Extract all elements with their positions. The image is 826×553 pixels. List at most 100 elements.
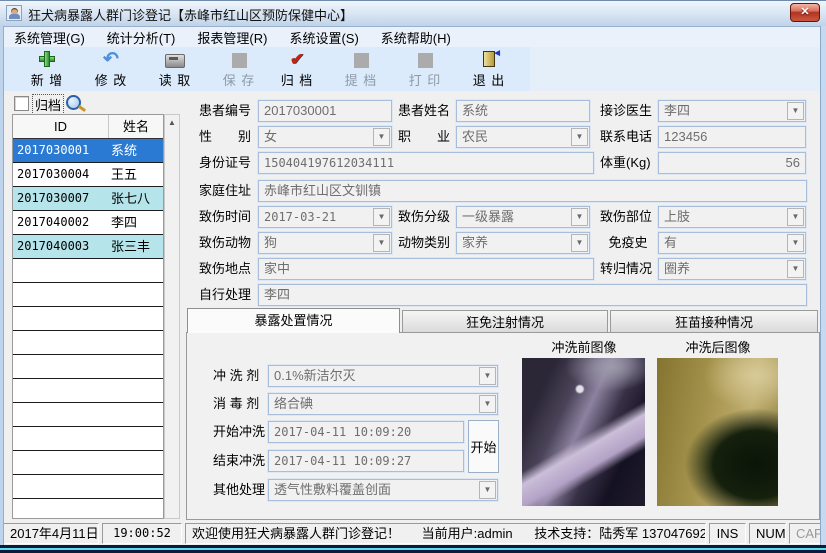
status-time: 19:00:52 — [102, 523, 182, 544]
injury-grade-label: 致伤分级 — [398, 206, 450, 228]
self-treat-field[interactable]: 李四 — [258, 284, 807, 306]
other-treatment-label: 其他处理 — [213, 479, 265, 501]
status-message: 欢迎使用狂犬病暴露人群门诊登记！ 当前用户:admin 技术支持：陆秀军 137… — [185, 523, 706, 544]
column-header-id: ID — [13, 115, 109, 138]
modify-button[interactable]: ↶ 修 改 — [80, 48, 142, 90]
injury-time-combo[interactable]: 2017-03-21 ▼ — [258, 206, 392, 228]
after-rinse-image — [657, 358, 778, 506]
immunity-label: 免疫史 — [600, 232, 656, 254]
status-date: 2017年4月11日 — [3, 523, 99, 544]
toolbar: 新 增 ↶ 修 改 读 取 保 存 ✔ 归 档 提 档 打 印 ◄ 退 出 — [0, 47, 826, 91]
table-empty-row — [13, 403, 163, 427]
table-row[interactable]: 2017040003 张三丰 — [13, 235, 163, 259]
search-button[interactable] — [64, 93, 84, 113]
table-row[interactable]: 2017040002 李四 — [13, 211, 163, 235]
injury-site-label: 致伤部位 — [600, 206, 652, 228]
chevron-down-icon[interactable]: ▼ — [787, 102, 804, 120]
outcome-combo[interactable]: 圈养 ▼ — [658, 258, 806, 280]
archive-check-icon: ✔ — [290, 51, 304, 68]
save-button: 保 存 — [208, 48, 270, 90]
app-window: 狂犬病暴露人群门诊登记【赤峰市红山区预防保健中心】 ✕ 系统管理(G) 统计分析… — [0, 0, 826, 553]
injury-place-label: 致伤地点 — [199, 258, 251, 280]
immunity-combo[interactable]: 有 ▼ — [658, 232, 806, 254]
chevron-down-icon[interactable]: ▼ — [479, 367, 496, 385]
status-welcome: 欢迎使用狂犬病暴露人群门诊登记！ — [192, 526, 400, 541]
print-button: 打 印 — [394, 48, 456, 90]
archive-checkbox[interactable] — [14, 96, 29, 111]
archive-checkbox-label[interactable]: 归档 — [32, 94, 64, 115]
outcome-label: 转归情况 — [600, 258, 652, 280]
phone-label: 联系电话 — [600, 126, 652, 148]
tab-exposure-treatment[interactable]: 暴露处置情况 — [187, 308, 400, 333]
address-label: 家庭住址 — [199, 180, 251, 202]
menu-help[interactable]: 系统帮助(H) — [373, 27, 459, 48]
window-title: 狂犬病暴露人群门诊登记【赤峰市红山区预防保健中心】 — [28, 5, 353, 24]
address-field[interactable]: 赤峰市红山区文钏镇 — [258, 180, 807, 202]
chevron-down-icon[interactable]: ▼ — [787, 208, 804, 226]
chevron-down-icon[interactable]: ▼ — [479, 481, 496, 499]
start-rinse-button[interactable]: 开始 — [468, 420, 499, 473]
menu-system-management[interactable]: 系统管理(G) — [6, 27, 93, 48]
injury-animal-combo[interactable]: 狗 ▼ — [258, 232, 392, 254]
fetch-button: 提 档 — [330, 48, 392, 90]
table-empty-row — [13, 331, 163, 355]
table-empty-row — [13, 475, 163, 499]
table-empty-row — [13, 499, 163, 519]
menu-statistics[interactable]: 统计分析(T) — [99, 27, 184, 48]
occupation-combo[interactable]: 农民 ▼ — [456, 126, 590, 148]
injury-place-field[interactable]: 家中 — [258, 258, 594, 280]
chevron-down-icon[interactable]: ▼ — [373, 208, 390, 226]
close-button[interactable]: ✕ — [790, 3, 820, 22]
rinse-agent-combo[interactable]: 0.1%新洁尔灭 ▼ — [268, 365, 498, 387]
chevron-down-icon[interactable]: ▼ — [571, 128, 588, 146]
patient-no-label: 患者编号 — [199, 100, 251, 122]
table-header: ID 姓名 — [13, 115, 163, 139]
chevron-down-icon[interactable]: ▼ — [787, 234, 804, 252]
occupation-label: 职 业 — [398, 126, 450, 148]
id-card-field[interactable]: 150404197612034111 — [258, 152, 594, 174]
chevron-down-icon[interactable]: ▼ — [373, 128, 390, 146]
read-button[interactable]: 读 取 — [144, 48, 206, 90]
chevron-down-icon[interactable]: ▼ — [787, 260, 804, 278]
print-icon — [418, 53, 433, 68]
chevron-down-icon[interactable]: ▼ — [571, 234, 588, 252]
patient-name-field[interactable]: 系统 — [456, 100, 590, 122]
menu-reports[interactable]: 报表管理(R) — [189, 27, 275, 48]
rinse-end-field[interactable]: 2017-04-11 10:09:27 — [268, 450, 464, 472]
archive-button[interactable]: ✔ 归 档 — [266, 48, 328, 90]
status-support: 技术支持：陆秀军 13704769207 — [534, 526, 706, 541]
other-treatment-combo[interactable]: 透气性敷料覆盖创面 ▼ — [268, 479, 498, 501]
table-empty-row — [13, 355, 163, 379]
chevron-down-icon[interactable]: ▼ — [571, 208, 588, 226]
window-right-border — [820, 26, 826, 545]
patient-no-field[interactable]: 2017030001 — [258, 100, 392, 122]
table-row[interactable]: 2017030001 系统 — [13, 139, 163, 163]
rinse-start-field[interactable]: 2017-04-11 10:09:20 — [268, 421, 464, 443]
exit-button[interactable]: ◄ 退 出 — [458, 48, 520, 90]
table-empty-row — [13, 259, 163, 283]
scroll-up-icon[interactable]: ▲ — [165, 115, 179, 130]
window-bottom-border — [0, 545, 826, 553]
chevron-down-icon[interactable]: ▼ — [479, 395, 496, 413]
chevron-down-icon[interactable]: ▼ — [373, 234, 390, 252]
weight-field[interactable]: 56 — [658, 152, 806, 174]
table-row[interactable]: 2017030007 张七八 — [13, 187, 163, 211]
table-row[interactable]: 2017030004 王五 — [13, 163, 163, 187]
gender-combo[interactable]: 女 ▼ — [258, 126, 392, 148]
tab-immunoglobulin-injection[interactable]: 狂免注射情况 — [402, 310, 608, 333]
rinse-start-label: 开始冲洗 — [213, 421, 265, 443]
app-icon — [6, 5, 22, 21]
doctor-combo[interactable]: 李四 ▼ — [658, 100, 806, 122]
tab-vaccine-inoculation[interactable]: 狂苗接种情况 — [610, 310, 818, 333]
disinfectant-combo[interactable]: 络合碘 ▼ — [268, 393, 498, 415]
injury-animal-label: 致伤动物 — [199, 232, 251, 254]
animal-type-combo[interactable]: 家养 ▼ — [456, 232, 590, 254]
table-scrollbar[interactable]: ▲ — [164, 114, 180, 519]
phone-field[interactable]: 123456 — [658, 126, 806, 148]
save-icon — [232, 53, 247, 68]
injury-grade-combo[interactable]: 一级暴露 ▼ — [456, 206, 590, 228]
new-button[interactable]: 新 增 — [16, 48, 78, 90]
injury-site-combo[interactable]: 上肢 ▼ — [658, 206, 806, 228]
menu-settings[interactable]: 系统设置(S) — [281, 27, 366, 48]
injury-time-label: 致伤时间 — [199, 206, 251, 228]
